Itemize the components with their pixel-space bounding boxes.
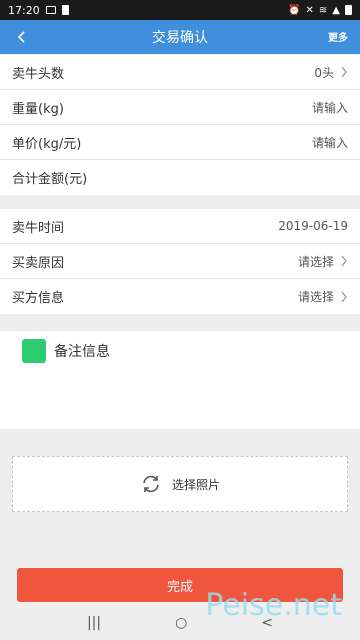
refresh-icon — [143, 475, 159, 493]
sale-time-row[interactable]: 卖牛时间 2019-06-19 — [0, 209, 360, 244]
status-time: 17:20 — [8, 3, 40, 17]
buyer-info-row[interactable]: 买方信息 请选择 — [0, 279, 360, 314]
image-notification-icon — [45, 6, 56, 14]
battery-icon — [345, 5, 352, 15]
cattle-count-row[interactable]: 卖牛头数 0头 — [0, 55, 360, 90]
sale-detail-group: 卖牛时间 2019-06-19 买卖原因 请选择 买方信息 请选择 — [0, 209, 360, 314]
chevron-right-icon — [341, 291, 347, 302]
status-bar: 17:20 ⏰ ✕ ≋ ▲ — [0, 0, 360, 20]
trade-reason-row[interactable]: 买卖原因 请选择 — [0, 244, 360, 279]
unit-price-input[interactable]: 请输入 — [312, 134, 348, 151]
sale-time-value: 2019-06-19 — [278, 219, 348, 233]
trade-info-group: 卖牛头数 0头 重量(kg) 请输入 单价(kg/元) 请输入 合计金额(元) — [0, 55, 360, 195]
row-label: 重量(kg) — [12, 101, 64, 117]
chevron-right-icon — [341, 66, 347, 78]
weight-input[interactable]: 请输入 — [312, 99, 348, 116]
row-label: 买方信息 — [12, 291, 65, 306]
more-button[interactable]: 更多 — [328, 29, 348, 44]
note-icon — [22, 339, 46, 363]
sim-icon — [61, 5, 69, 15]
row-label: 卖牛头数 — [12, 66, 65, 82]
row-label: 卖牛时间 — [12, 220, 65, 236]
nav-bar: 交易确认 更多 — [0, 20, 360, 54]
page-title: 交易确认 — [152, 30, 208, 46]
row-label: 买卖原因 — [12, 255, 65, 271]
wifi-icon: ≋ — [318, 4, 328, 16]
select-photo-button[interactable]: 选择照片 — [12, 456, 348, 512]
buyer-info-select: 请选择 — [297, 290, 334, 304]
weight-row[interactable]: 重量(kg) 请输入 — [0, 90, 360, 125]
recents-button[interactable]: ||| — [87, 615, 101, 631]
note-area[interactable]: 备注信息 — [0, 331, 360, 429]
row-label: 合计金额(元) — [12, 172, 88, 187]
mute-icon: ✕ — [305, 4, 314, 16]
signal-icon: ▲ — [332, 4, 340, 16]
unit-price-row[interactable]: 单价(kg/元) 请输入 — [0, 125, 360, 160]
cattle-count-value: 0头 — [314, 65, 334, 80]
home-button[interactable]: ○ — [175, 615, 187, 631]
select-photo-label: 选择照片 — [171, 477, 220, 492]
system-nav-bar: ||| ○ < — [0, 606, 360, 640]
alarm-icon: ⏰ — [288, 4, 301, 16]
trade-reason-select: 请选择 — [297, 254, 334, 269]
total-amount-row: 合计金额(元) — [0, 160, 360, 195]
chevron-right-icon — [341, 255, 347, 267]
system-back-button[interactable]: < — [261, 615, 273, 631]
row-label: 单价(kg/元) — [12, 136, 82, 152]
back-icon[interactable] — [12, 26, 32, 48]
note-label: 备注信息 — [54, 344, 110, 360]
